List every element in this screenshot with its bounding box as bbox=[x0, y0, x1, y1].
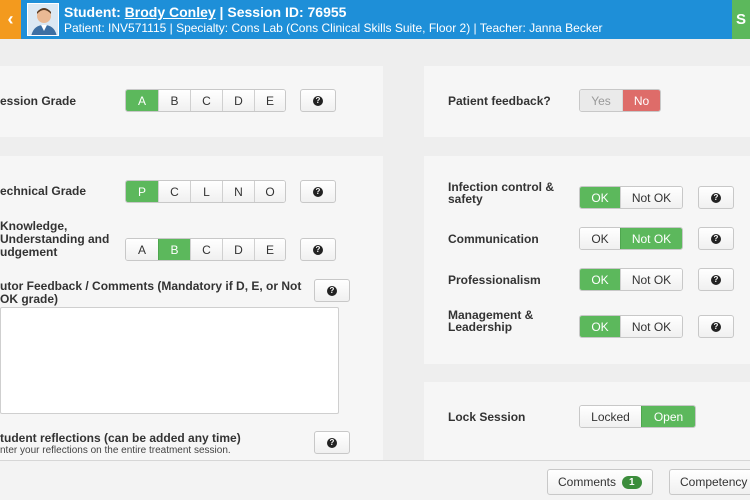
communication-not-ok[interactable]: Not OK bbox=[620, 228, 682, 249]
knowledge-grade-option-e[interactable]: E bbox=[254, 239, 285, 260]
professionalism-not-ok[interactable]: Not OK bbox=[620, 269, 682, 290]
knowledge-grade-option-b[interactable]: B bbox=[158, 239, 190, 260]
patient-feedback-label: Patient feedback? bbox=[448, 94, 551, 108]
student-session-title: Student: Brody Conley | Session ID: 7695… bbox=[64, 4, 347, 20]
chevron-left-icon: ‹ bbox=[7, 9, 14, 29]
technical-grade-option-l[interactable]: L bbox=[190, 181, 222, 202]
professionalism-help-button[interactable]: ? bbox=[698, 268, 734, 291]
technical-grade-label: echnical Grade bbox=[0, 184, 87, 198]
student-reflections-label: tudent reflections (can be added any tim… bbox=[0, 431, 241, 445]
knowledge-grade-option-c[interactable]: C bbox=[190, 239, 222, 260]
technical-grade-help-button[interactable]: ? bbox=[300, 180, 336, 203]
question-icon: ? bbox=[327, 437, 337, 448]
lock-session-label: Lock Session bbox=[448, 410, 526, 424]
student-avatar-icon bbox=[27, 3, 59, 36]
session-grade-panel: ession Grade A B C D E ? bbox=[0, 66, 383, 137]
patient-feedback-yes[interactable]: Yes bbox=[580, 90, 622, 111]
session-grade-selector: A B C D E bbox=[125, 89, 286, 112]
infection-control-toggle: OK Not OK bbox=[579, 186, 683, 209]
infection-control-ok[interactable]: OK bbox=[580, 187, 620, 208]
save-button[interactable]: S bbox=[732, 0, 750, 39]
criterion-management-label: Management & Leadership bbox=[448, 308, 534, 334]
criterion-communication-label: Communication bbox=[448, 232, 539, 246]
management-ok[interactable]: OK bbox=[580, 316, 620, 337]
management-help-button[interactable]: ? bbox=[698, 315, 734, 338]
patient-feedback-no[interactable]: No bbox=[622, 90, 660, 111]
professionalism-toggle: OK Not OK bbox=[579, 268, 683, 291]
question-icon: ? bbox=[313, 244, 323, 255]
comments-count-badge: 1 bbox=[622, 475, 642, 489]
tutor-feedback-textarea[interactable] bbox=[0, 307, 339, 414]
question-icon: ? bbox=[711, 233, 721, 244]
question-icon: ? bbox=[313, 95, 323, 106]
question-icon: ? bbox=[711, 274, 721, 285]
communication-toggle: OK Not OK bbox=[579, 227, 683, 250]
back-button[interactable]: ‹ bbox=[0, 0, 21, 39]
session-grade-option-c[interactable]: C bbox=[190, 90, 222, 111]
technical-grade-option-p[interactable]: P bbox=[126, 181, 158, 202]
competency-button[interactable]: Competency bbox=[669, 469, 750, 495]
infection-control-help-button[interactable]: ? bbox=[698, 186, 734, 209]
question-icon: ? bbox=[327, 285, 337, 296]
student-reflections-hint: nter your reflections on the entire trea… bbox=[0, 445, 231, 456]
session-header: ‹ Student: Brody Conley | Session ID: 76… bbox=[0, 0, 750, 39]
tutor-feedback-help-button[interactable]: ? bbox=[314, 279, 350, 302]
session-details: Patient: INV571115 | Specialty: Cons Lab… bbox=[64, 21, 603, 35]
criterion-professionalism-label: Professionalism bbox=[448, 273, 541, 287]
student-reflections-help-button[interactable]: ? bbox=[314, 431, 350, 454]
technical-grade-selector: P C L N O bbox=[125, 180, 286, 203]
patient-feedback-toggle: Yes No bbox=[579, 89, 661, 112]
communication-help-button[interactable]: ? bbox=[698, 227, 734, 250]
communication-ok[interactable]: OK bbox=[580, 228, 620, 249]
lock-session-open[interactable]: Open bbox=[641, 406, 695, 427]
session-grade-label: ession Grade bbox=[0, 94, 77, 108]
session-grade-option-b[interactable]: B bbox=[158, 90, 190, 111]
lock-session-panel: Lock Session Locked Open bbox=[424, 382, 750, 460]
footer-bar: Comments 1 Competency bbox=[0, 460, 750, 500]
session-grade-option-d[interactable]: D bbox=[222, 90, 254, 111]
session-grade-option-e[interactable]: E bbox=[254, 90, 285, 111]
lock-session-locked[interactable]: Locked bbox=[580, 406, 641, 427]
knowledge-grade-selector: A B C D E bbox=[125, 238, 286, 261]
management-not-ok[interactable]: Not OK bbox=[620, 316, 682, 337]
professionalism-ok[interactable]: OK bbox=[580, 269, 620, 290]
question-icon: ? bbox=[711, 321, 721, 332]
knowledge-help-button[interactable]: ? bbox=[300, 238, 336, 261]
session-grade-help-button[interactable]: ? bbox=[300, 89, 336, 112]
knowledge-label: Knowledge, Understanding and udgement bbox=[0, 219, 110, 259]
patient-feedback-panel: Patient feedback? Yes No bbox=[424, 66, 750, 137]
session-grade-option-a[interactable]: A bbox=[126, 90, 158, 111]
student-name-link[interactable]: Brody Conley bbox=[125, 4, 216, 20]
question-icon: ? bbox=[313, 186, 323, 197]
criteria-panel: Infection control & safety OK Not OK ? C… bbox=[424, 156, 750, 364]
lock-session-toggle: Locked Open bbox=[579, 405, 696, 428]
tutor-feedback-label: utor Feedback / Comments (Mandatory if D… bbox=[0, 279, 302, 306]
question-icon: ? bbox=[711, 192, 721, 203]
grades-panel: echnical Grade P C L N O ? Knowledge, Un… bbox=[0, 156, 383, 460]
comments-button[interactable]: Comments 1 bbox=[547, 469, 653, 495]
criterion-infection-control-label: Infection control & safety bbox=[448, 180, 554, 206]
technical-grade-option-c[interactable]: C bbox=[158, 181, 190, 202]
knowledge-grade-option-a[interactable]: A bbox=[126, 239, 158, 260]
infection-control-not-ok[interactable]: Not OK bbox=[620, 187, 682, 208]
technical-grade-option-n[interactable]: N bbox=[222, 181, 254, 202]
management-toggle: OK Not OK bbox=[579, 315, 683, 338]
technical-grade-option-o[interactable]: O bbox=[254, 181, 285, 202]
knowledge-grade-option-d[interactable]: D bbox=[222, 239, 254, 260]
